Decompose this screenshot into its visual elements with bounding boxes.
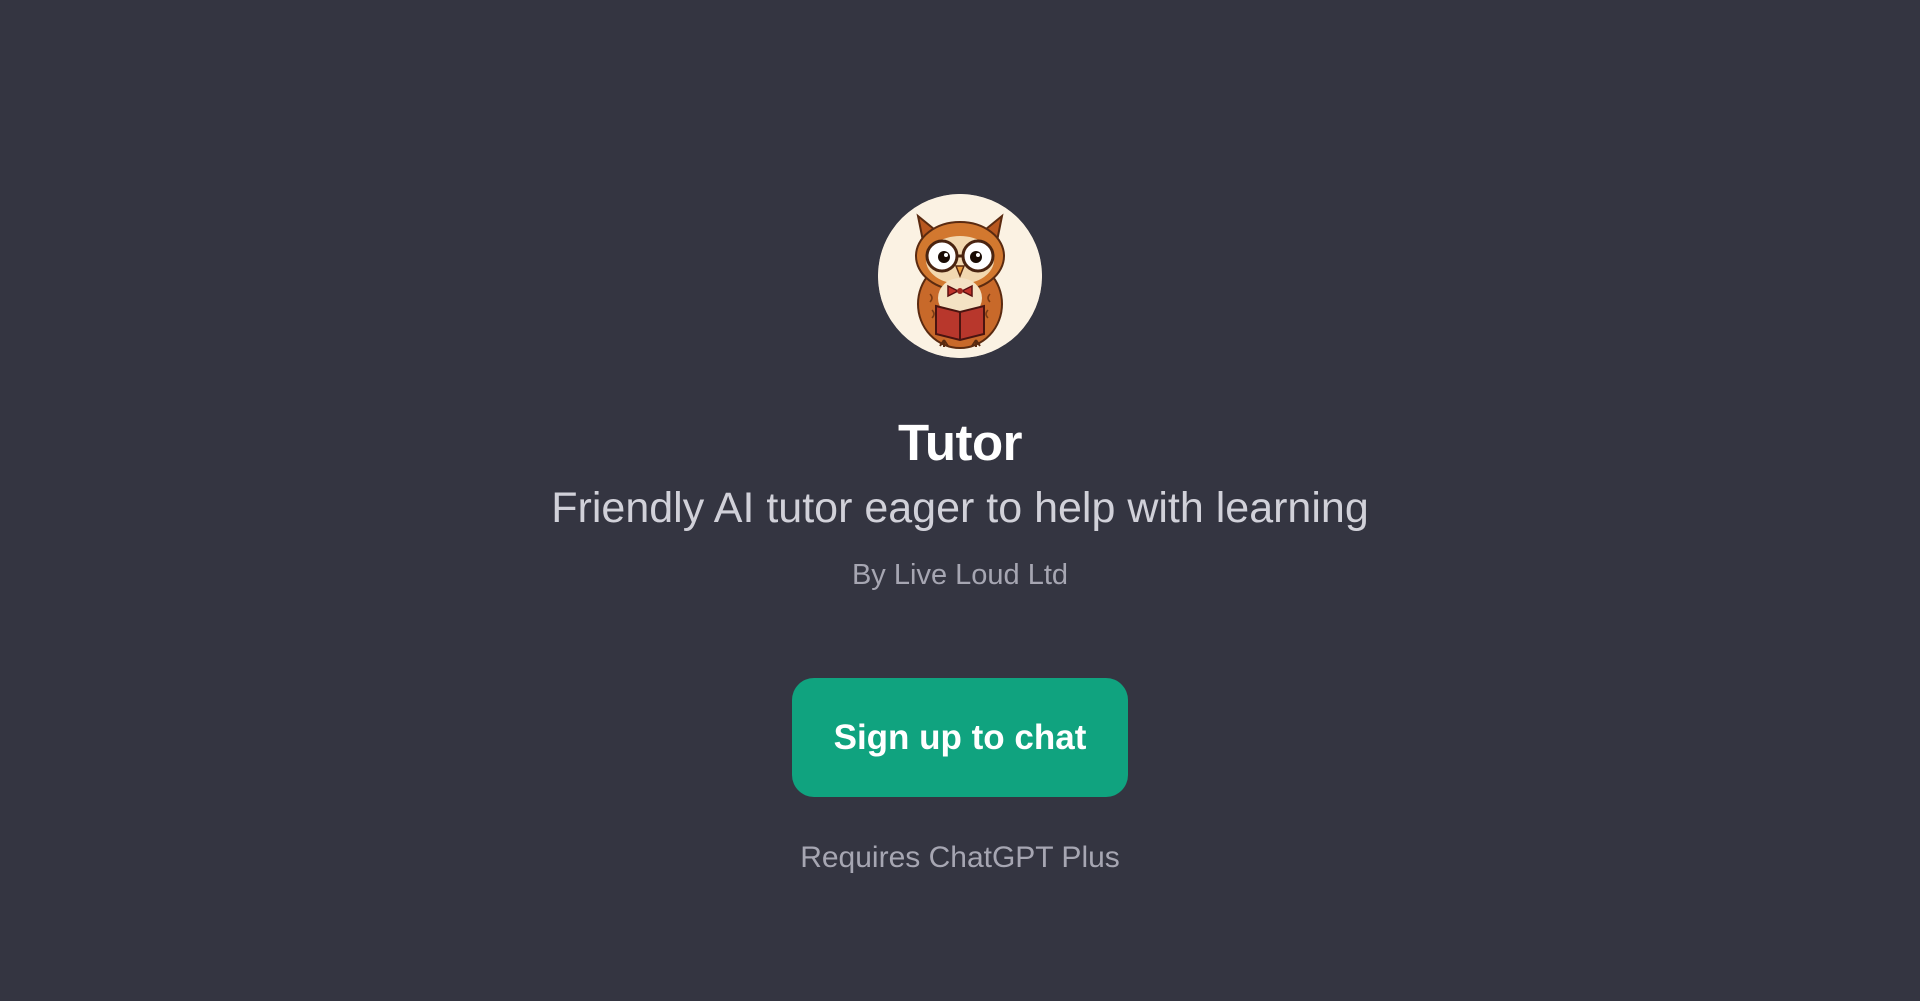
requirement-note: Requires ChatGPT Plus [800, 841, 1120, 874]
gpt-avatar [878, 194, 1042, 358]
gpt-description: Friendly AI tutor eager to help with lea… [551, 484, 1369, 532]
gpt-author: By Live Loud Ltd [851, 559, 1069, 591]
owl-icon [878, 194, 1042, 358]
gpt-title: Tutor [897, 414, 1023, 471]
gpt-landing: Tutor Friendly AI tutor eager to help wi… [0, 0, 1920, 1001]
sign-up-to-chat-button[interactable]: Sign up to chat [792, 678, 1128, 797]
